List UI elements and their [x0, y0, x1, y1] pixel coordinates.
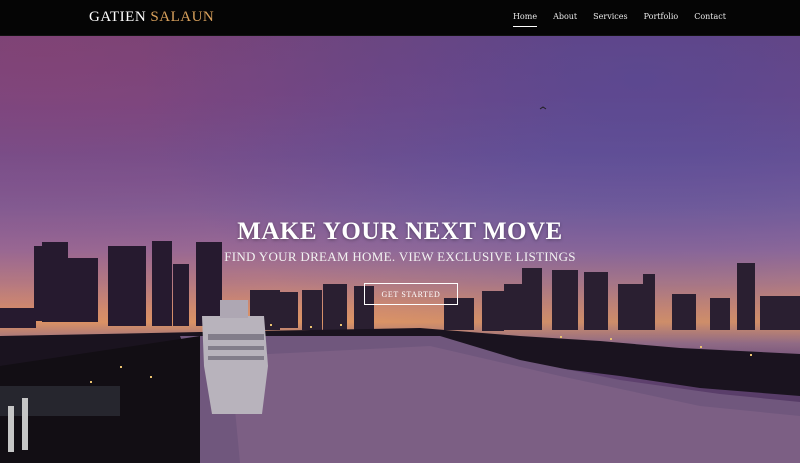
top-navbar: GATIEN SALAUN Home About Services Portfo…	[0, 0, 800, 36]
main-nav: Home About Services Portfolio Contact	[505, 12, 734, 27]
nav-item-services[interactable]: Services	[585, 12, 635, 21]
nav-item-contact[interactable]: Contact	[686, 12, 734, 21]
get-started-button[interactable]: GET STARTED	[364, 283, 458, 305]
hero-subtitle: FIND YOUR DREAM HOME. VIEW EXCLUSIVE LIS…	[224, 249, 576, 264]
nav-item-about[interactable]: About	[545, 12, 585, 21]
hero-section: MAKE YOUR NEXT MOVE FIND YOUR DREAM HOME…	[0, 36, 800, 463]
brand-first-name: GATIEN	[89, 9, 147, 25]
nav-item-home[interactable]: Home	[505, 12, 545, 27]
brand-last-name: SALAUN	[150, 9, 215, 25]
hero-title: MAKE YOUR NEXT MOVE	[237, 218, 563, 245]
nav-item-portfolio[interactable]: Portfolio	[636, 12, 687, 21]
brand-logo[interactable]: GATIEN SALAUN	[89, 9, 214, 26]
